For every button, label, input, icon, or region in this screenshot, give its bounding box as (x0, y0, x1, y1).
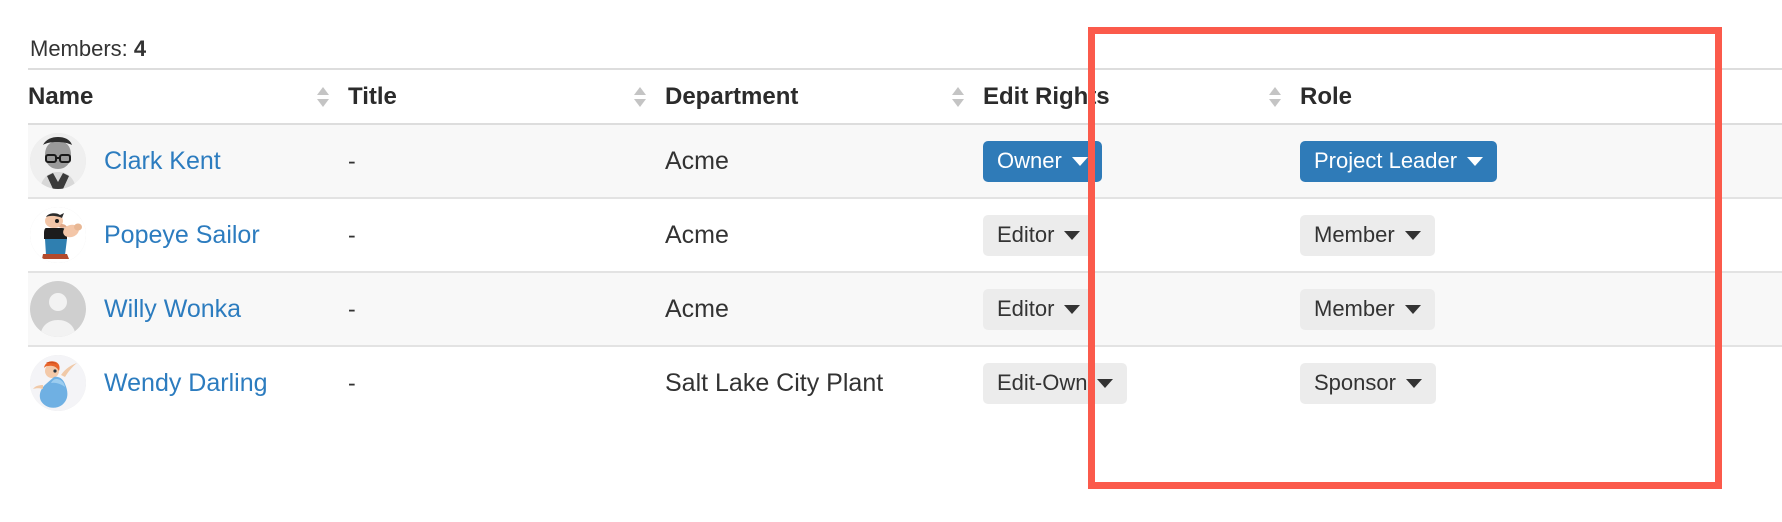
avatar-default-silhouette (30, 281, 86, 337)
table-header-row: Name Title Department Edit Rights Role (28, 68, 1782, 125)
edit-rights-dropdown-label: Editor (997, 295, 1055, 321)
table-header: Name Title Department Edit Rights Role (28, 68, 1782, 125)
avatar-cartoon-wendy (30, 355, 86, 411)
sort-updown-icon[interactable] (316, 86, 330, 108)
cell-title: - (348, 272, 665, 347)
table-row: Willy Wonka - Acme Editor Member (28, 272, 1782, 347)
cell-name: Popeye Sailor (28, 198, 348, 273)
table-row: Clark Kent - Acme Owner Project Leader (28, 124, 1782, 199)
cell-edit-rights: Owner (983, 124, 1300, 199)
avatar-photo-man-glasses (30, 133, 86, 189)
members-table-container: Name Title Department Edit Rights Role C… (28, 68, 1782, 419)
caret-down-icon (1405, 379, 1422, 388)
column-header-edit-rights-label: Edit Rights (983, 82, 1110, 110)
cell-edit-rights: Editor (983, 272, 1300, 347)
caret-down-icon (1467, 157, 1484, 166)
member-name-link[interactable]: Popeye Sailor (104, 221, 260, 250)
column-header-title-label: Title (348, 82, 397, 110)
cell-name: Willy Wonka (28, 272, 348, 347)
edit-rights-dropdown[interactable]: Editor (983, 288, 1095, 330)
table-row: Popeye Sailor - Acme Editor Member (28, 198, 1782, 273)
member-name-link[interactable]: Wendy Darling (104, 369, 268, 398)
cell-name: Clark Kent (28, 124, 348, 199)
role-dropdown-label: Sponsor (1314, 369, 1396, 395)
cell-title: - (348, 346, 665, 419)
caret-down-icon (1404, 231, 1421, 240)
column-header-name[interactable]: Name (28, 68, 348, 125)
cell-edit-rights: Edit-Own (983, 346, 1300, 419)
sort-updown-icon[interactable] (633, 86, 647, 108)
caret-down-icon (1064, 305, 1081, 314)
members-count: Members: 4 (30, 36, 146, 62)
edit-rights-dropdown[interactable]: Editor (983, 214, 1095, 256)
role-dropdown-label: Member (1314, 295, 1395, 321)
caret-down-icon (1064, 231, 1081, 240)
edit-rights-dropdown-label: Editor (997, 221, 1055, 247)
cell-title: - (348, 198, 665, 273)
column-header-title[interactable]: Title (348, 68, 665, 125)
column-header-role[interactable]: Role (1300, 68, 1782, 125)
role-dropdown[interactable]: Member (1300, 288, 1435, 330)
name-cell: Clark Kent (28, 133, 348, 189)
role-dropdown-label: Project Leader (1314, 147, 1458, 173)
caret-down-icon (1097, 379, 1114, 388)
table-row: Wendy Darling - Salt Lake City Plant Edi… (28, 346, 1782, 419)
cell-department: Acme (665, 124, 983, 199)
members-table: Name Title Department Edit Rights Role C… (28, 68, 1782, 419)
name-cell: Wendy Darling (28, 355, 348, 411)
role-dropdown-label: Member (1314, 221, 1395, 247)
cell-role: Member (1300, 272, 1782, 347)
name-cell: Popeye Sailor (28, 207, 348, 263)
cell-edit-rights: Editor (983, 198, 1300, 273)
edit-rights-dropdown[interactable]: Edit-Own (983, 362, 1128, 404)
caret-down-icon (1071, 157, 1088, 166)
members-count-value: 4 (133, 36, 147, 61)
cell-department: Acme (665, 272, 983, 347)
role-dropdown[interactable]: Sponsor (1300, 362, 1436, 404)
caret-down-icon (1404, 305, 1421, 314)
cell-role: Member (1300, 198, 1782, 273)
edit-rights-dropdown-label: Edit-Own (997, 369, 1088, 395)
member-name-link[interactable]: Clark Kent (104, 147, 221, 176)
cell-name: Wendy Darling (28, 346, 348, 419)
role-dropdown[interactable]: Member (1300, 214, 1435, 256)
column-header-edit-rights[interactable]: Edit Rights (983, 68, 1300, 125)
column-header-role-label: Role (1300, 82, 1353, 110)
cell-title: - (348, 124, 665, 199)
sort-updown-icon[interactable] (951, 86, 965, 108)
cell-department: Acme (665, 198, 983, 273)
edit-rights-dropdown-label: Owner (997, 147, 1062, 173)
cell-role: Sponsor (1300, 346, 1782, 419)
column-header-department[interactable]: Department (665, 68, 983, 125)
members-table-page: Members: 4 Name Title Department Edit Ri… (0, 0, 1782, 522)
cell-department: Salt Lake City Plant (665, 346, 983, 419)
cell-role: Project Leader (1300, 124, 1782, 199)
name-cell: Willy Wonka (28, 281, 348, 337)
avatar-cartoon-popeye (30, 207, 86, 263)
sort-updown-icon[interactable] (1268, 86, 1282, 108)
column-header-name-label: Name (28, 82, 94, 110)
role-dropdown[interactable]: Project Leader (1300, 140, 1498, 182)
column-header-department-label: Department (665, 82, 799, 110)
members-count-label: Members: (30, 36, 128, 61)
table-body: Clark Kent - Acme Owner Project Leader P… (28, 124, 1782, 419)
edit-rights-dropdown[interactable]: Owner (983, 140, 1102, 182)
member-name-link[interactable]: Willy Wonka (104, 295, 241, 324)
